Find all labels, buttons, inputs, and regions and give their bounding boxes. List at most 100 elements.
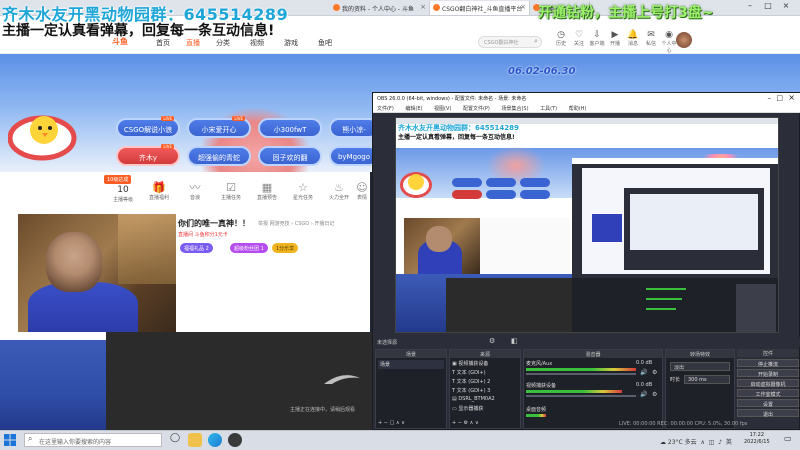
menu-help[interactable]: 帮助(H) — [569, 106, 587, 112]
gear-icon[interactable]: ⚙ — [652, 391, 657, 398]
stat-welfare[interactable]: 🎁 直播福利 — [142, 182, 176, 202]
virtual-camera-button[interactable]: 启动虚拟摄像机 — [737, 379, 799, 388]
source-item[interactable]: T 文本 (GDI+) 2 — [452, 378, 490, 385]
config-icon[interactable]: □ — [390, 420, 395, 426]
mixer-volume-slider[interactable] — [526, 373, 636, 375]
follow-icon[interactable]: ♡ 关注 — [570, 30, 588, 47]
room-meta[interactable]: 举报 网游竞技 › CSGO › 开播日记 — [258, 220, 334, 227]
down-icon[interactable]: ∨ — [401, 420, 405, 426]
close-icon[interactable]: × — [778, 1, 794, 10]
mixer-volume-slider[interactable] — [526, 395, 636, 397]
minimize-icon[interactable]: – — [742, 1, 758, 10]
stat-task[interactable]: ☑ 主播任务 — [214, 182, 248, 202]
close-icon[interactable]: × — [520, 3, 526, 11]
file-explorer-icon[interactable] — [188, 433, 202, 447]
maximize-icon[interactable]: □ — [776, 94, 783, 102]
streamer-chip[interactable]: CSGO解说小浪 LIVE — [116, 116, 180, 138]
room-tag[interactable]: 福福礼品 2 — [180, 243, 213, 253]
task-view-icon[interactable]: ◯ — [168, 433, 182, 447]
notify-icon[interactable]: 🔔 消息 — [624, 30, 642, 47]
transition-select[interactable]: 淡出 — [670, 362, 730, 371]
notification-icon[interactable]: ▭ — [784, 434, 792, 443]
up-icon[interactable]: ∧ — [396, 420, 400, 426]
stat-fire[interactable]: ♨ 火力全开 — [322, 182, 356, 202]
tab-favicon-icon — [433, 4, 440, 11]
network-icon[interactable]: ◫ — [709, 439, 715, 446]
gear-icon[interactable]: ⚙ — [464, 420, 468, 426]
nav-game[interactable]: 游戏 — [284, 38, 298, 48]
start-recording-button[interactable]: 开始录制 — [737, 369, 799, 378]
taskbar-clock[interactable]: 17:22 2022/6/15 — [744, 432, 770, 446]
source-item[interactable]: T 文本 (GDI+) 3 — [452, 387, 490, 394]
avatar[interactable] — [676, 32, 692, 48]
settings-button[interactable]: 设置 — [737, 399, 799, 408]
add-icon[interactable]: + — [378, 420, 382, 426]
gear-icon[interactable]: ⚙ — [489, 337, 495, 345]
stat-preview[interactable]: ▦ 直播预告 — [250, 182, 284, 202]
room-tag[interactable]: 超级粉丝团 1 — [230, 243, 268, 253]
menu-tools[interactable]: 工具(T) — [540, 106, 557, 112]
download-icon[interactable]: ⇩ 客户端 — [588, 30, 606, 47]
studio-mode-button[interactable]: 工作室模式 — [737, 389, 799, 398]
speaker-icon[interactable]: 🔊 — [640, 369, 647, 376]
overlay-subtitle-text: 主播一定认真看弹幕，回复每一条互动信息! — [2, 23, 275, 39]
ime-indicator[interactable]: 英 — [726, 439, 732, 446]
browser-tab-active[interactable]: CSGO翻白神社_斗鱼直播平台 × — [430, 1, 530, 15]
nav-yuba[interactable]: 鱼吧 — [318, 38, 332, 48]
close-icon[interactable]: × — [788, 93, 795, 102]
scene-item[interactable]: 场景 — [378, 360, 444, 369]
stat-star[interactable]: ☆ 星光任务 — [286, 182, 320, 202]
search-input[interactable]: CSGO翻白神社 — [478, 36, 542, 48]
system-tray[interactable]: ☁ 23°C 多云 ∧ ◫ ♪ 英 — [660, 437, 732, 446]
minimize-icon[interactable]: – — [768, 94, 772, 102]
add-icon[interactable]: + — [452, 420, 456, 426]
menu-edit[interactable]: 编辑(E) — [405, 106, 422, 112]
exit-button[interactable]: 退出 — [737, 409, 799, 418]
obs-window[interactable]: OBS 26.0.0 (64-bit, windows) - 配置文件: 未命名… — [372, 92, 800, 430]
streamer-chip[interactable]: 超强偷的青蛇 — [187, 146, 251, 166]
history-icon[interactable]: ◷ 历史 — [552, 30, 570, 47]
menu-file[interactable]: 文件(F) — [377, 106, 394, 112]
obs-status-bar: LIVE: 00:00:00 REC: 00:00:00 CPU: 5.0%, … — [619, 421, 748, 427]
stat-level[interactable]: 10 主播等级 — [106, 184, 140, 203]
up-icon[interactable]: ∧ — [470, 420, 474, 426]
menu-scene-collection[interactable]: 场景集合(S) — [501, 106, 528, 112]
menu-view[interactable]: 视图(V) — [434, 106, 451, 112]
taskbar-search-input[interactable]: 在这里输入你要搜索的内容 — [24, 433, 162, 447]
screen: 我的资料 - 个人中心 - 斗鱼 × CSGO翻白神社_斗鱼直播平台 × 主播一… — [0, 0, 800, 450]
search-icon[interactable]: ⌕ — [534, 37, 538, 46]
close-icon[interactable]: × — [420, 3, 426, 11]
obs-icon[interactable] — [228, 433, 242, 447]
obs-preview[interactable]: 齐木水友开黑动物园群：645514289 主播一定认真看弹幕，回复每一条互动信息… — [395, 117, 779, 333]
edge-icon[interactable] — [208, 433, 222, 447]
streamer-chip[interactable]: 小宋爱开心 LIVE — [187, 116, 251, 138]
down-icon[interactable]: ∨ — [475, 420, 479, 426]
message-icon[interactable]: ✉ 私信 — [642, 30, 660, 47]
source-item[interactable]: ▤ DSRL_BTM0A2 — [452, 396, 495, 402]
source-item[interactable]: T 文本 (GDI+) — [452, 369, 486, 376]
gear-icon[interactable]: ⚙ — [652, 369, 657, 376]
stat-emoji[interactable]: ☺ 表情 — [352, 182, 372, 202]
duration-input[interactable]: 300 ms — [684, 375, 730, 384]
chevron-up-icon[interactable]: ∧ — [700, 439, 704, 446]
filter-icon[interactable]: ◧ — [511, 337, 518, 345]
live-icon[interactable]: ▶ 开播 — [606, 30, 624, 47]
stop-stream-button[interactable]: 停止推流 — [737, 359, 799, 368]
windows-start-icon[interactable] — [4, 434, 16, 446]
source-item[interactable]: ▣ 视频捕获设备 — [452, 360, 488, 367]
streamer-chip[interactable]: 固子欢的翻 — [258, 146, 322, 166]
speaker-icon[interactable]: ♪ — [718, 439, 722, 446]
audio-mixer-dock: 混音器 麦克风/Aux 0.0 dB 🔊 ⚙ 视频捕获设备 0.0 dB 🔊 ⚙… — [523, 349, 663, 429]
obs-titlebar[interactable]: OBS 26.0.0 (64-bit, windows) - 配置文件: 未命名… — [373, 93, 800, 103]
browser-tab[interactable]: 我的资料 - 个人中心 - 斗鱼 × — [330, 1, 430, 15]
remove-icon[interactable]: − — [384, 420, 388, 426]
source-item[interactable]: ▭ 显示器捕获 — [452, 405, 483, 412]
maximize-icon[interactable]: □ — [760, 1, 776, 10]
stat-sound[interactable]: 〰音浪 — [178, 182, 212, 202]
streamer-chip[interactable]: 小300fwT — [258, 118, 322, 138]
room-tag[interactable]: 1分乐享 — [272, 243, 299, 253]
menu-profile[interactable]: 配置文件(P) — [463, 106, 490, 112]
remove-icon[interactable]: − — [458, 420, 462, 426]
streamer-chip-current[interactable]: 齐木y LIVE — [116, 144, 180, 166]
speaker-icon[interactable]: 🔊 — [640, 391, 647, 398]
